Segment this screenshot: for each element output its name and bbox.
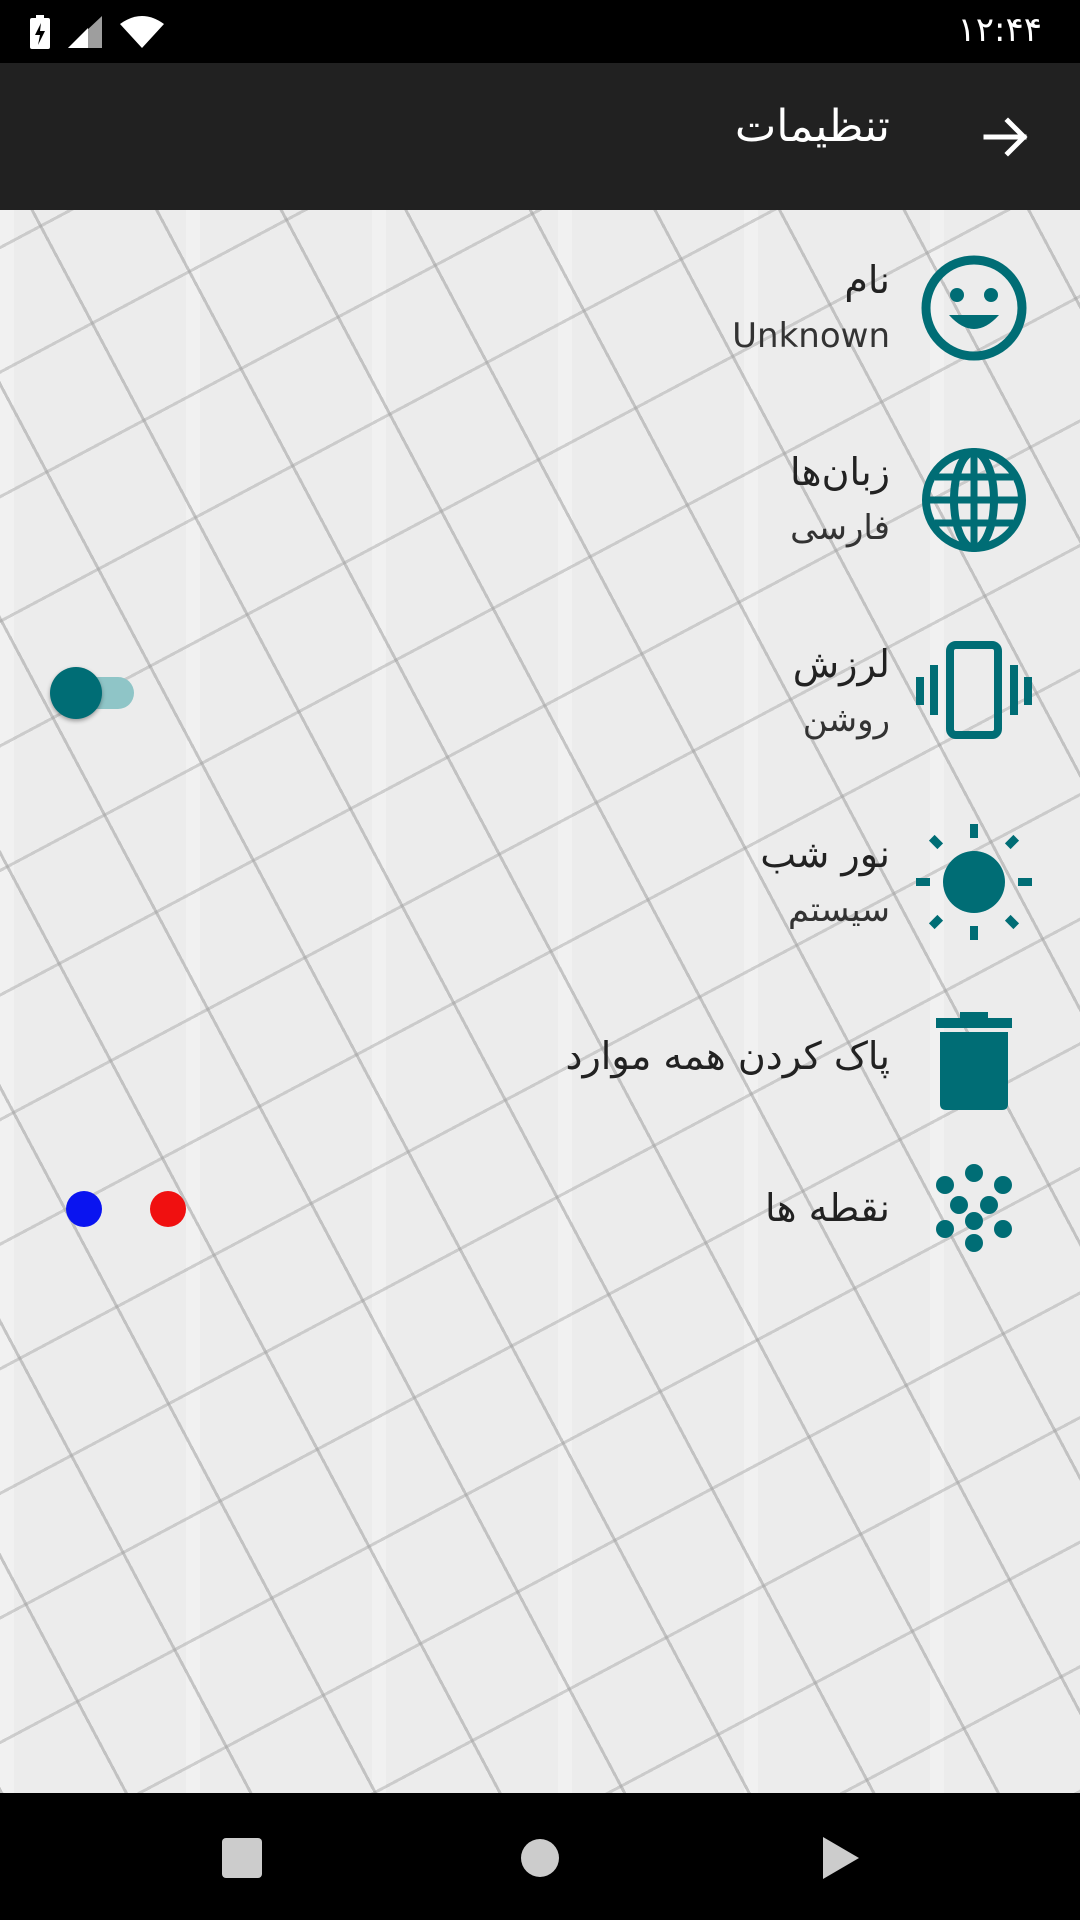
app-bar: تنظیمات xyxy=(0,63,1080,210)
setting-name[interactable]: نام Unknown xyxy=(0,250,1080,370)
setting-title: نام xyxy=(844,258,890,302)
setting-title: لرزش xyxy=(792,642,890,686)
smiley-face-icon xyxy=(916,250,1032,366)
home-circle-icon xyxy=(521,1839,559,1877)
toggle-thumb xyxy=(50,667,102,719)
brightness-icon xyxy=(916,824,1032,940)
blue-dot[interactable] xyxy=(66,1191,102,1227)
arrow-forward-icon xyxy=(983,117,1028,157)
settings-list: نام Unknown زبان‌ها فارسی xyxy=(0,210,1080,1793)
setting-clear-all[interactable]: پاک کردن همه موارد xyxy=(0,1004,1080,1124)
setting-title: پاک کردن همه موارد xyxy=(565,1034,890,1078)
recents-button[interactable] xyxy=(207,1823,277,1893)
nav-bar xyxy=(0,1793,1080,1920)
status-bar: ۱۲:۴۴ xyxy=(0,0,1080,63)
recents-square-icon xyxy=(222,1838,262,1878)
globe-icon xyxy=(916,442,1032,558)
setting-dots[interactable]: نقطه ها xyxy=(0,1150,1080,1270)
trash-icon xyxy=(916,1004,1032,1120)
status-icons xyxy=(30,12,164,52)
vibration-icon xyxy=(916,634,1032,750)
cell-signal-icon xyxy=(68,16,102,48)
back-button[interactable] xyxy=(972,103,1040,171)
system-back-button[interactable] xyxy=(806,1823,876,1893)
setting-vibration[interactable]: لرزش روشن xyxy=(0,634,1080,754)
page-title: تنظیمات xyxy=(734,101,890,152)
setting-subtitle: Unknown xyxy=(732,316,890,356)
setting-subtitle: روشن xyxy=(802,700,890,740)
red-dot[interactable] xyxy=(150,1191,186,1227)
setting-subtitle: فارسی xyxy=(790,508,890,548)
dots-icon xyxy=(916,1150,1032,1266)
setting-night-light[interactable]: نور شب سیستم xyxy=(0,824,1080,944)
status-time: ۱۲:۴۴ xyxy=(957,10,1042,50)
back-triangle-icon xyxy=(823,1837,859,1879)
vibration-toggle[interactable] xyxy=(50,665,134,721)
setting-subtitle: سیستم xyxy=(788,890,890,930)
setting-language[interactable]: زبان‌ها فارسی xyxy=(0,442,1080,562)
setting-title: زبان‌ها xyxy=(789,450,890,494)
wifi-icon xyxy=(120,16,164,48)
setting-title: نور شب xyxy=(760,832,890,876)
battery-charging-icon xyxy=(30,15,50,49)
setting-title: نقطه ها xyxy=(764,1186,890,1230)
home-button[interactable] xyxy=(505,1823,575,1893)
